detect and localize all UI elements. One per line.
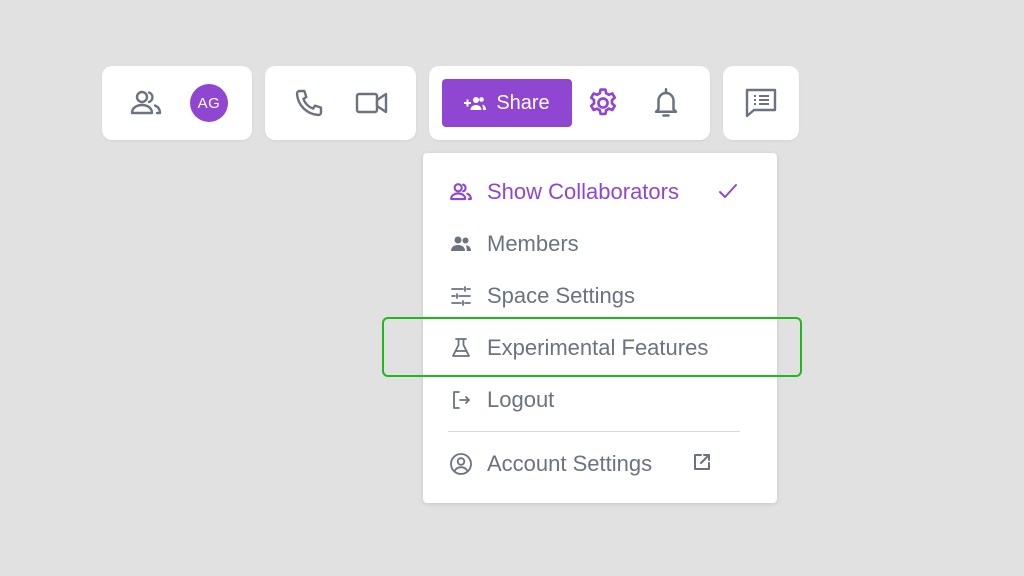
bell-icon [654, 88, 678, 117]
settings-dropdown-menu: Show Collaborators Members Space Setting… [423, 153, 777, 503]
logout-icon [449, 388, 473, 412]
menu-item-members[interactable]: Members [423, 223, 777, 263]
gear-icon [589, 88, 617, 116]
share-button-label: Share [496, 91, 550, 114]
notifications-button[interactable] [647, 84, 685, 122]
user-avatar[interactable]: AG [190, 84, 228, 122]
people-button[interactable] [127, 84, 165, 122]
video-camera-icon [355, 92, 388, 114]
call-button[interactable] [290, 84, 328, 122]
menu-item-show-collaborators[interactable]: Show Collaborators [423, 171, 777, 211]
collaborators-group: AG [102, 66, 252, 140]
menu-item-label: Logout [487, 387, 555, 412]
members-icon [449, 232, 473, 256]
people-icon [130, 90, 162, 115]
external-link-icon [692, 452, 712, 477]
menu-item-account-settings[interactable]: Account Settings [423, 443, 777, 483]
flask-icon [449, 336, 473, 360]
add-people-icon [464, 97, 487, 110]
menu-item-experimental-features[interactable]: Experimental Features [423, 327, 777, 367]
share-button[interactable]: Share [442, 79, 572, 127]
menu-item-space-settings[interactable]: Space Settings [423, 275, 777, 315]
menu-divider [448, 431, 740, 432]
menu-item-label: Show Collaborators [487, 179, 679, 204]
share-group: Share [429, 66, 710, 140]
menu-item-label: Account Settings [487, 451, 653, 476]
video-call-button[interactable] [353, 84, 391, 122]
chat-button[interactable] [742, 84, 780, 122]
settings-button[interactable] [584, 84, 622, 122]
menu-item-label: Experimental Features [487, 335, 709, 360]
menu-item-logout[interactable]: Logout [423, 379, 777, 419]
chat-group [723, 66, 799, 140]
menu-item-label: Members [487, 231, 579, 256]
menu-item-label: Space Settings [487, 283, 635, 308]
sliders-icon [449, 284, 473, 308]
checkmark-icon [717, 180, 739, 207]
phone-icon [295, 89, 323, 117]
collaborators-icon [449, 180, 473, 204]
call-group [265, 66, 416, 140]
account-circle-icon [449, 452, 473, 476]
chat-icon [745, 88, 777, 118]
